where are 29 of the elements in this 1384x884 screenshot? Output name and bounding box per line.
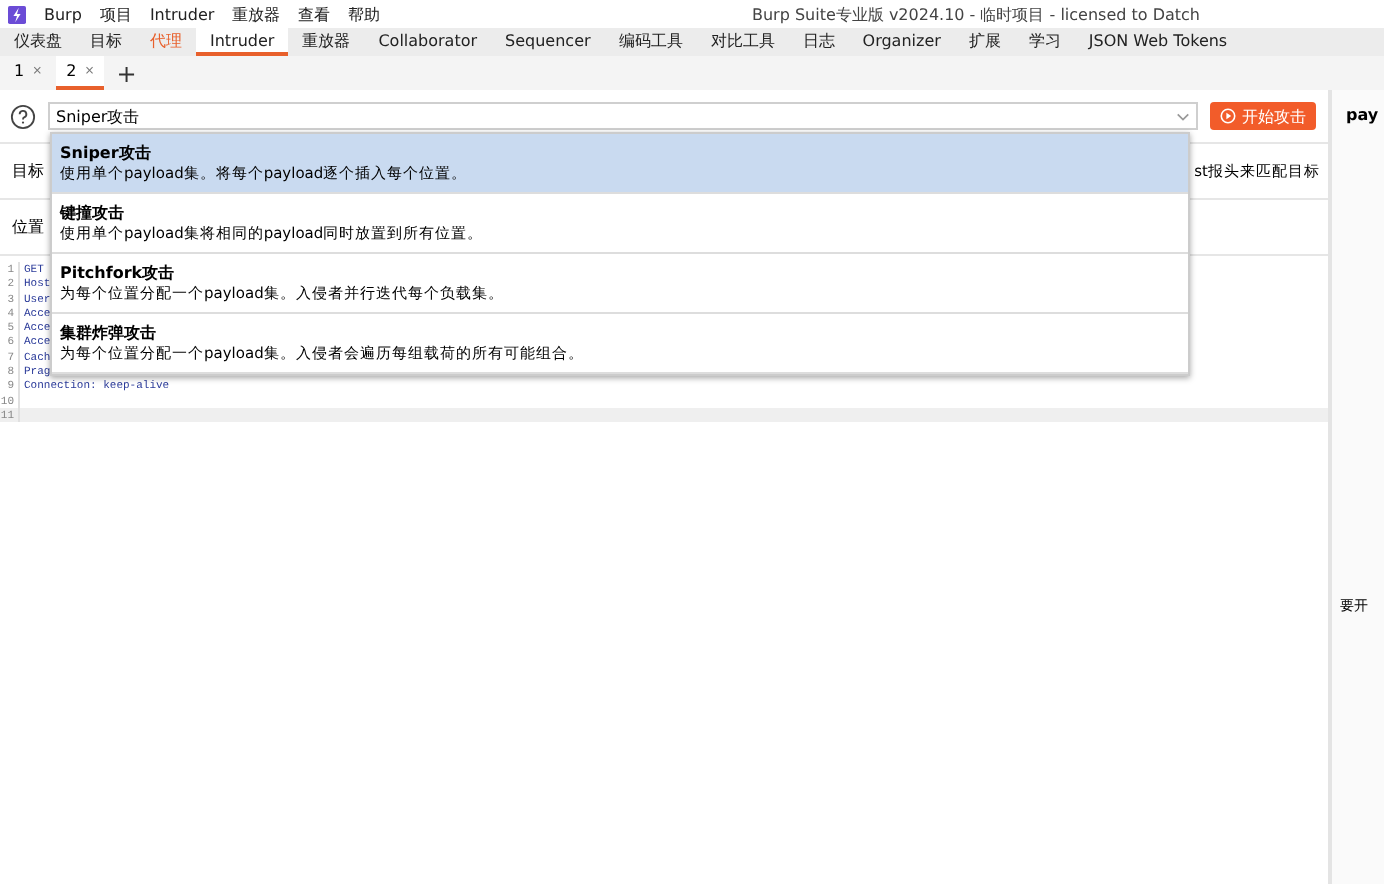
- app-logo-icon: [8, 5, 26, 23]
- menu-item[interactable]: Intruder: [149, 5, 215, 23]
- tab[interactable]: Intruder: [196, 28, 289, 56]
- panel-heading: pay: [1346, 106, 1379, 124]
- menu-item[interactable]: 重放器: [232, 3, 281, 25]
- chevron-down-icon[interactable]: [1176, 111, 1190, 121]
- add-tab-button[interactable]: +: [108, 56, 145, 90]
- help-icon[interactable]: [10, 103, 36, 129]
- attack-type-select[interactable]: Sniper攻击: [48, 102, 1198, 130]
- tab[interactable]: Sequencer: [491, 28, 605, 56]
- tab[interactable]: 日志: [788, 28, 849, 56]
- menu-item[interactable]: 查看: [298, 3, 331, 25]
- section-label: 位置: [12, 216, 44, 238]
- tab[interactable]: 编码工具: [604, 28, 697, 56]
- tab[interactable]: Organizer: [848, 28, 955, 56]
- tab[interactable]: Collaborator: [364, 28, 492, 56]
- tab[interactable]: 重放器: [288, 28, 365, 56]
- tab[interactable]: JSON Web Tokens: [1074, 28, 1242, 56]
- tab[interactable]: 学习: [1014, 28, 1075, 56]
- menu-item[interactable]: 项目: [99, 3, 132, 25]
- menu-item[interactable]: 帮助: [348, 3, 381, 25]
- tab[interactable]: 仪表盘: [0, 28, 76, 56]
- section-label: 目标: [12, 160, 44, 182]
- window-title: Burp Suite专业版 v2024.10 - 临时项目 - licensed to Datch: [752, 3, 1200, 25]
- menu-item[interactable]: Burp: [44, 5, 82, 23]
- tab[interactable]: 对比工具: [696, 28, 789, 56]
- tab[interactable]: 扩展: [954, 28, 1015, 56]
- play-icon: [1220, 108, 1236, 124]
- tab[interactable]: 目标: [76, 28, 136, 56]
